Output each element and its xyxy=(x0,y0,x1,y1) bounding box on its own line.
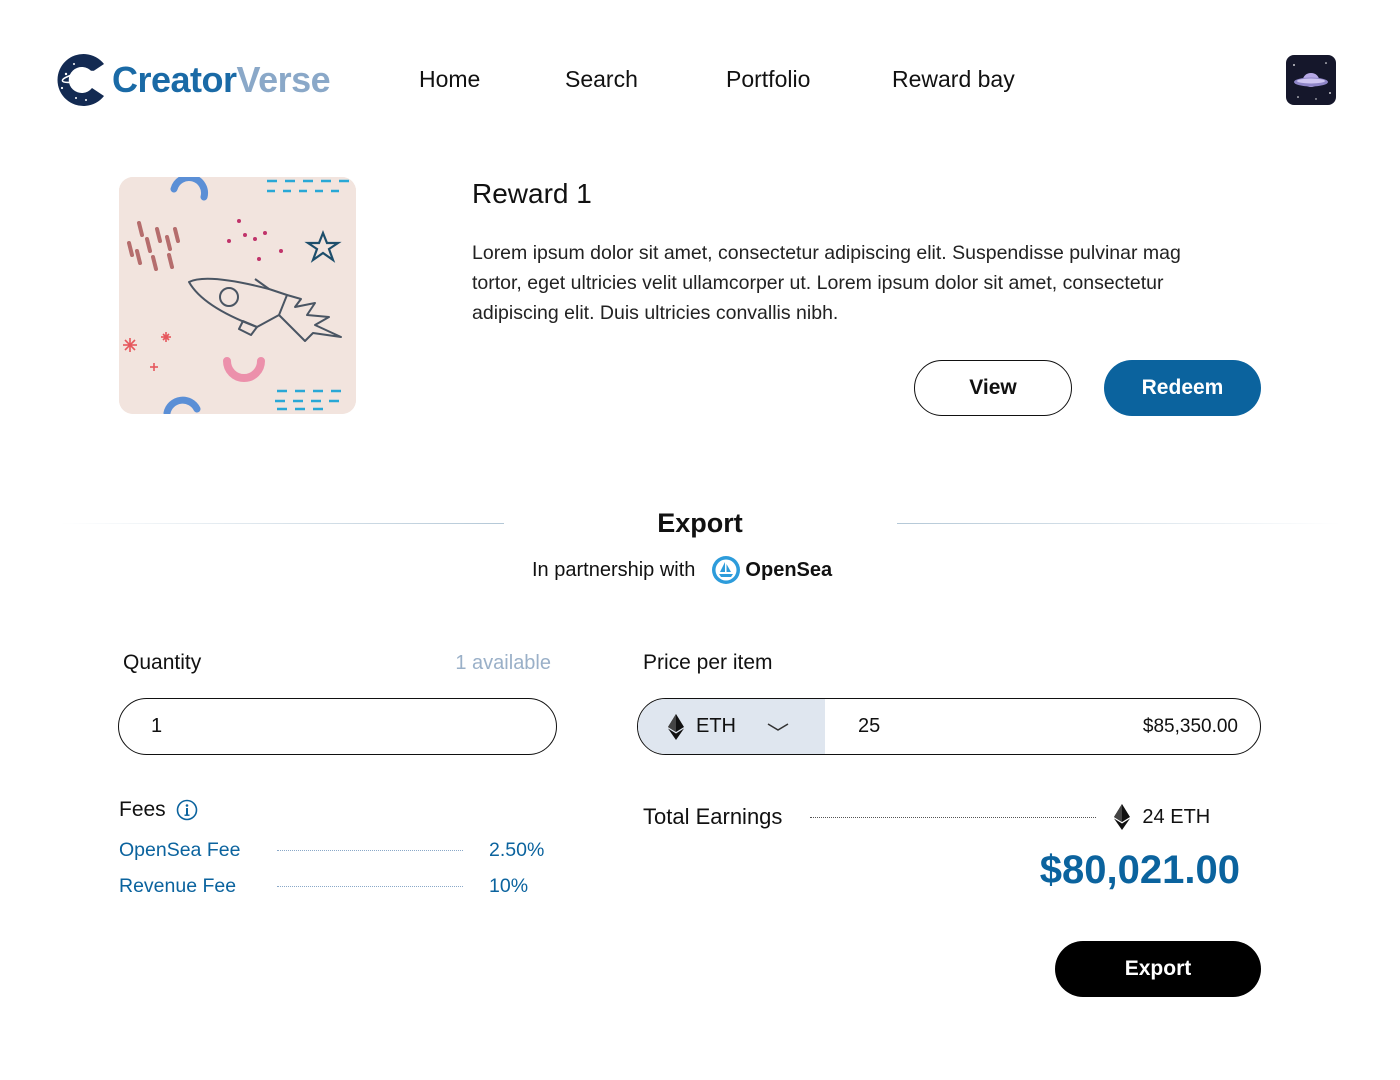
divider-right xyxy=(897,523,1341,524)
total-leader-dots xyxy=(810,816,1097,818)
divider-left xyxy=(60,523,504,524)
info-icon[interactable] xyxy=(176,799,198,821)
reward-image xyxy=(119,177,356,414)
fees-label: Fees xyxy=(119,798,166,821)
quantity-label: Quantity xyxy=(123,651,202,674)
fee-value: 2.50% xyxy=(489,838,545,861)
total-eth: 24 ETH xyxy=(1114,804,1210,830)
nav-home[interactable]: Home xyxy=(419,66,480,93)
opensea-name: OpenSea xyxy=(745,558,833,581)
rocket-illustration-icon xyxy=(119,177,356,414)
export-title: Export xyxy=(657,508,743,538)
fees-header: Fees xyxy=(119,798,198,822)
nav-portfolio[interactable]: Portfolio xyxy=(726,66,810,93)
fee-row-opensea: OpenSea Fee 2.50% xyxy=(119,837,549,863)
price-input[interactable]: 25 xyxy=(858,699,880,754)
brand-logo[interactable]: CreatorVerse xyxy=(52,48,352,112)
partnership-text: In partnership with xyxy=(532,558,696,581)
price-input-group: ETH 25 $85,350.00 xyxy=(637,698,1261,755)
opensea-logo[interactable]: OpenSea xyxy=(711,555,832,585)
redeem-button[interactable]: Redeem xyxy=(1104,360,1261,416)
view-button[interactable]: View xyxy=(914,360,1072,416)
fee-row-revenue: Revenue Fee 10% xyxy=(119,873,549,899)
nav-reward-bay[interactable]: Reward bay xyxy=(892,66,1015,93)
opensea-boat-icon xyxy=(712,556,741,584)
total-earnings-row: Total Earnings 24 ETH xyxy=(643,802,1237,832)
total-eth-value: 24 ETH xyxy=(1142,805,1211,828)
currency-select[interactable]: ETH xyxy=(638,699,825,754)
partnership-line: In partnership with OpenSea xyxy=(532,554,832,586)
currency-label: ETH xyxy=(696,715,736,737)
fee-name: Revenue Fee xyxy=(119,874,237,897)
reward-description: Lorem ipsum dolor sit amet, consectetur … xyxy=(472,242,1181,324)
total-usd-value: $80,021.00 xyxy=(1039,848,1240,892)
fee-name: OpenSea Fee xyxy=(119,838,241,861)
chevron-down-icon xyxy=(767,723,789,731)
reward-title: Reward 1 xyxy=(472,178,592,209)
ethereum-icon xyxy=(1114,804,1131,830)
price-per-item-label: Price per item xyxy=(643,651,773,674)
export-button[interactable]: Export xyxy=(1055,941,1261,997)
price-usd-value: $85,350.00 xyxy=(1142,715,1238,737)
ufo-avatar-icon xyxy=(1286,55,1336,105)
brand-name: CreatorVerse xyxy=(112,59,331,100)
nav-search[interactable]: Search xyxy=(565,66,638,93)
ethereum-icon xyxy=(668,713,684,740)
available-count: 1 available xyxy=(455,652,551,674)
fee-leader-dots xyxy=(277,849,463,851)
planet-logo-icon xyxy=(57,54,104,106)
total-earnings-label: Total Earnings xyxy=(643,804,783,829)
fee-value: 10% xyxy=(489,874,529,897)
user-avatar[interactable] xyxy=(1286,55,1336,105)
fee-leader-dots xyxy=(277,885,463,887)
quantity-input[interactable]: 1 xyxy=(118,698,557,755)
